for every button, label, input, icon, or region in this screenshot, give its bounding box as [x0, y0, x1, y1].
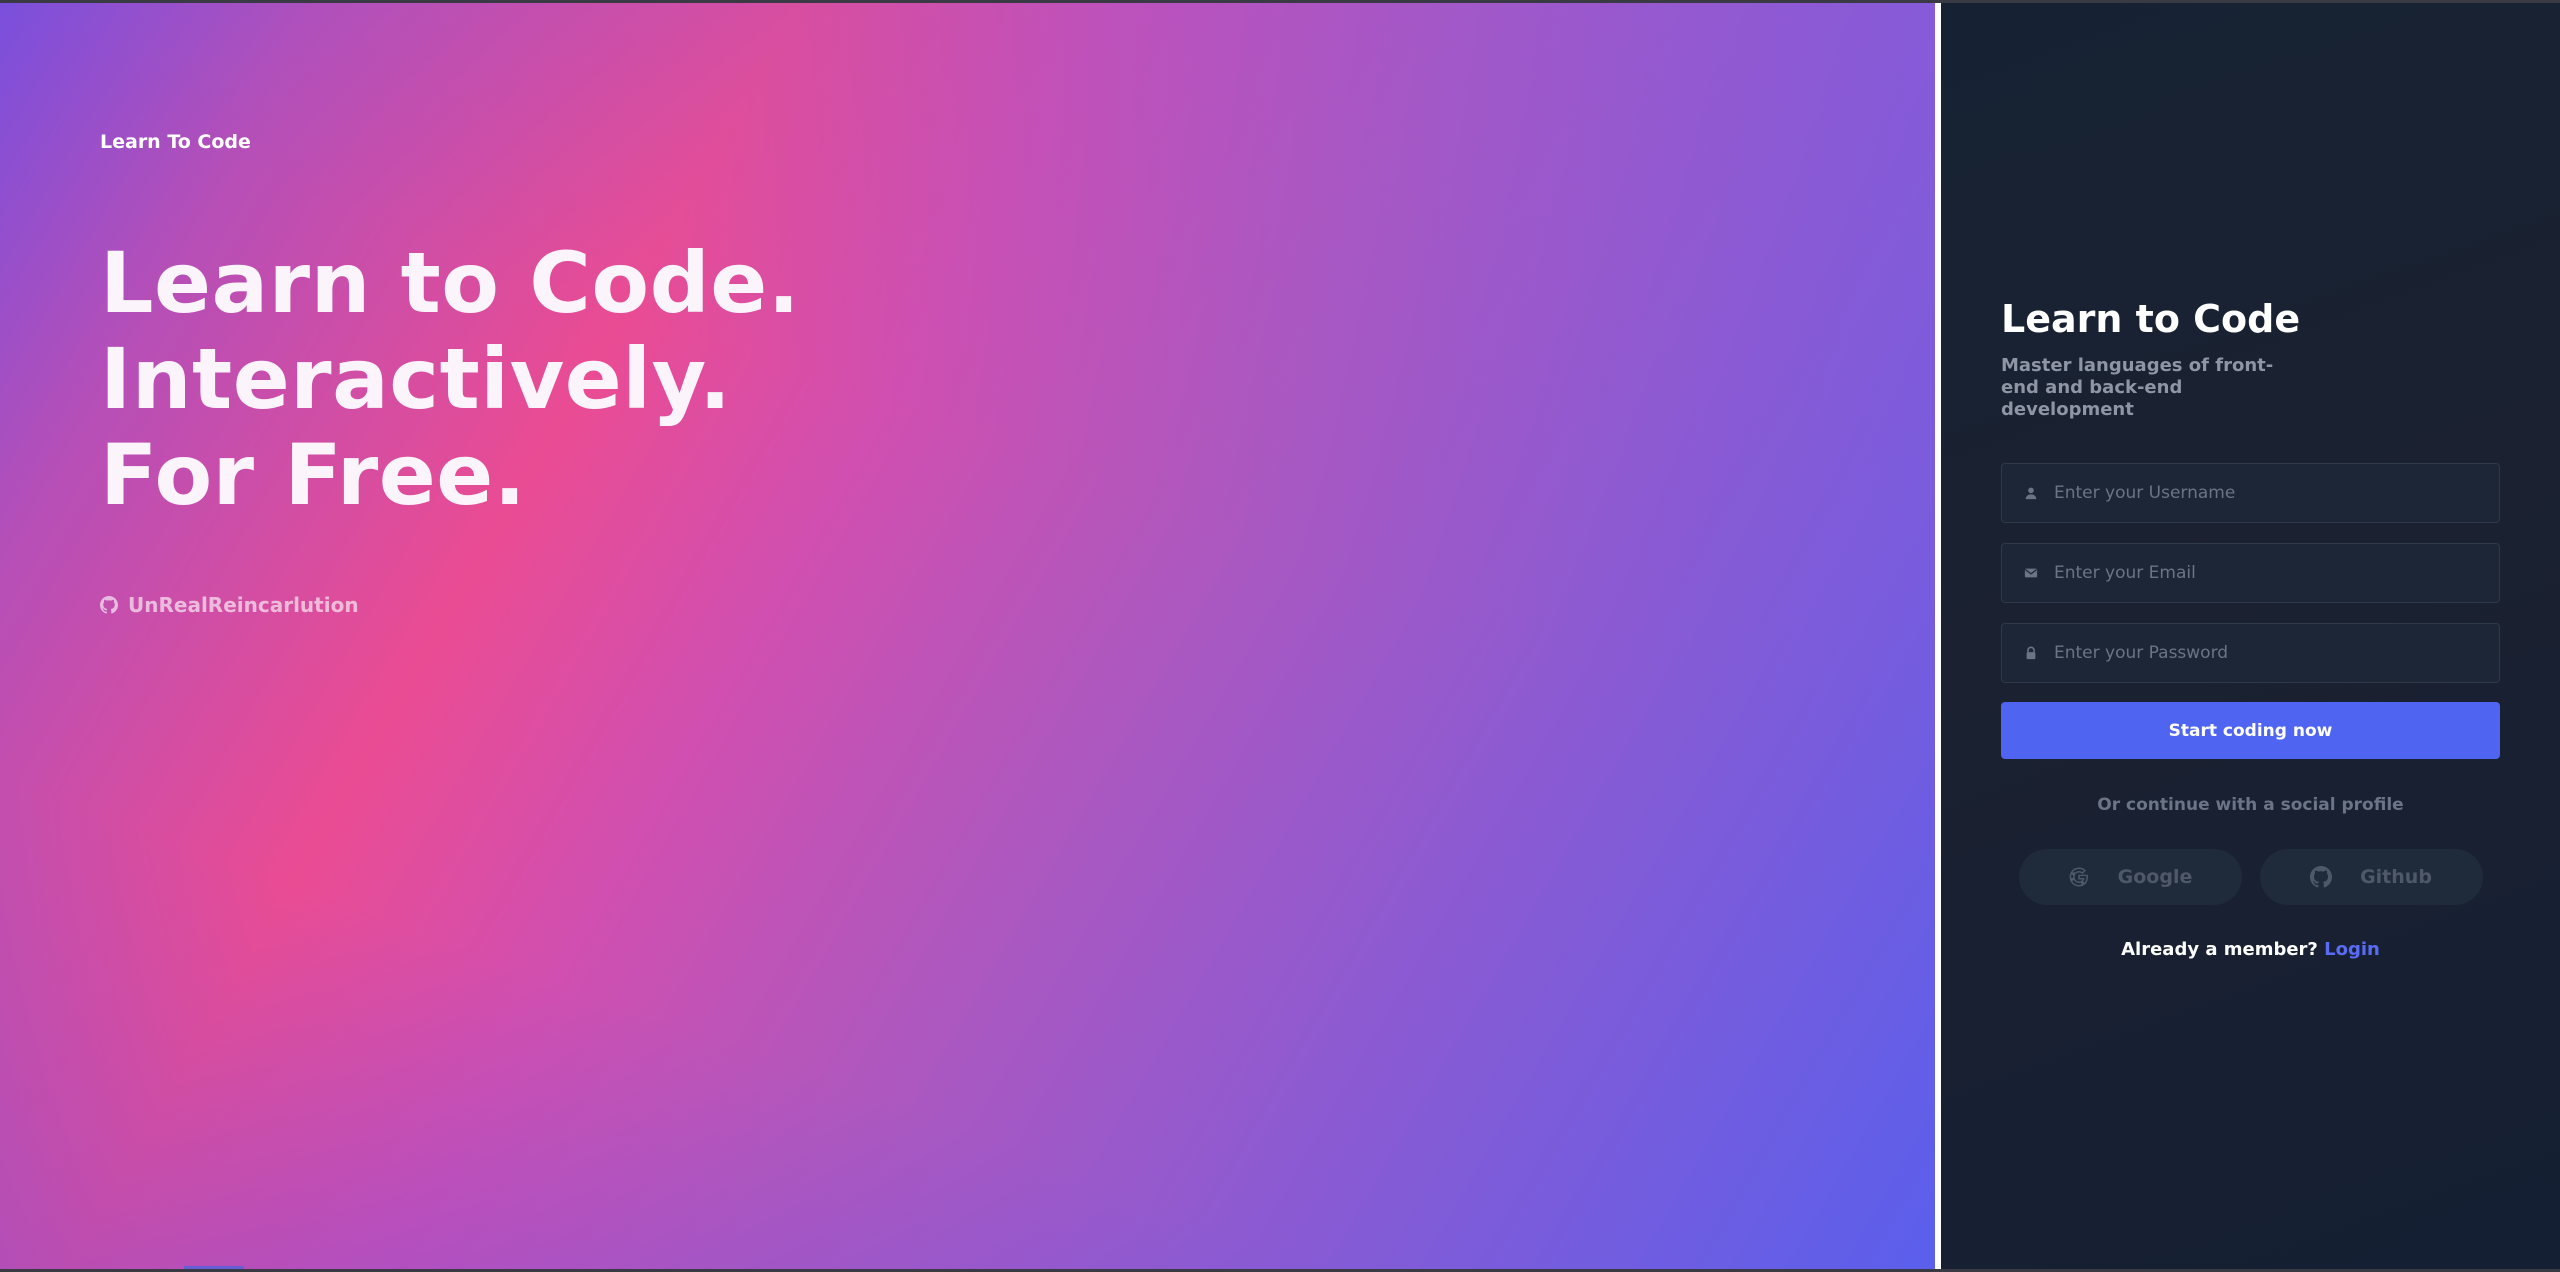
login-link[interactable]: Login	[2324, 939, 2380, 960]
username-field[interactable]	[2001, 463, 2500, 523]
hero-section: Learn To Code Learn to Code. Interactive…	[0, 3, 1935, 1269]
member-prompt: Already a member? Login	[2001, 939, 2500, 960]
google-login-button[interactable]: Google	[2018, 849, 2242, 905]
headline-line-3: For Free.	[100, 426, 527, 524]
scrollbar-thumb[interactable]	[184, 1266, 244, 1269]
envelope-icon	[2024, 568, 2038, 578]
email-input[interactable]	[2052, 543, 2499, 603]
form-subtitle: Master languages of front-end and back-e…	[2001, 355, 2274, 420]
email-field[interactable]	[2001, 543, 2500, 603]
social-login-group: Google Github	[2001, 849, 2500, 905]
social-prompt: Or continue with a social profile	[2097, 795, 2404, 815]
signup-panel: Learn to Code Master languages of front-…	[1941, 3, 2560, 1269]
username-input[interactable]	[2052, 463, 2499, 523]
signup-form: Learn to Code Master languages of front-…	[2001, 297, 2500, 960]
google-icon	[2069, 867, 2088, 887]
user-icon	[2025, 487, 2037, 500]
lock-icon	[2026, 646, 2036, 660]
form-title: Learn to Code	[2001, 297, 2301, 341]
password-field[interactable]	[2001, 623, 2500, 683]
headline-line-2: Interactively.	[100, 330, 732, 428]
github-login-button[interactable]: Github	[2259, 849, 2483, 905]
headline-line-1: Learn to Code.	[100, 234, 801, 332]
github-icon	[100, 596, 118, 614]
password-input[interactable]	[2052, 623, 2499, 683]
start-coding-button[interactable]: Start coding now	[2001, 702, 2500, 759]
hero-headline: Learn to Code. Interactively. For Free.	[100, 235, 800, 523]
github-profile-link[interactable]: UnRealReincarlution	[100, 593, 359, 617]
brand-title[interactable]: Learn To Code	[100, 131, 251, 153]
app-frame: Learn To Code Learn to Code. Interactive…	[0, 3, 2560, 1269]
github-username: UnRealReincarlution	[128, 593, 359, 617]
google-label: Google	[2117, 866, 2193, 888]
github-icon	[2310, 866, 2333, 888]
github-label: Github	[2360, 866, 2432, 888]
member-text: Already a member?	[2121, 939, 2318, 960]
